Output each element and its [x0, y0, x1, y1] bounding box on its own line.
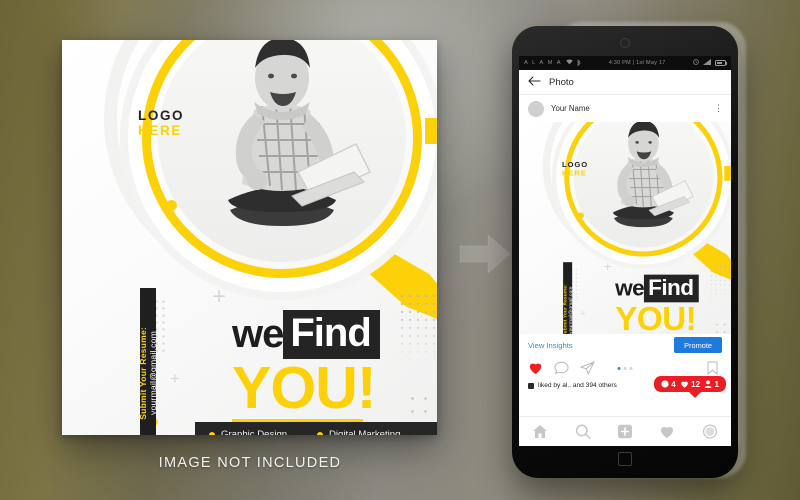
username-label: Your Name	[551, 104, 590, 113]
add-post-icon[interactable]	[617, 424, 633, 439]
service-label: Graphic Design	[221, 429, 288, 435]
headline-you: YOU!	[615, 300, 697, 334]
insights-row: View Insights Promote	[519, 334, 731, 356]
decorative-dot	[166, 200, 177, 211]
poster-logo: LOGO HERE	[138, 108, 184, 138]
list-item: Digital Marketing	[317, 429, 425, 435]
view-insights-link[interactable]: View Insights	[528, 341, 573, 350]
person-illustration	[573, 122, 714, 248]
phone-mockup: A L A M A 4:30 PM | 1st May 17 Photo You…	[512, 26, 738, 478]
decorative-dot-grid	[713, 320, 731, 334]
resume-label: Submit Your Resume:	[138, 326, 148, 420]
headline-we: we	[232, 312, 284, 356]
app-header: Photo	[519, 70, 731, 95]
poster-logo: LOGO HERE	[562, 160, 588, 177]
decorative-plus-icon: +	[170, 369, 180, 388]
alarm-icon	[693, 59, 699, 67]
resume-contact-strip: Submit Your Resume: yourmail@gmail.com	[562, 262, 574, 334]
promote-button[interactable]: Promote	[674, 337, 722, 353]
share-icon[interactable]	[579, 360, 596, 376]
decorative-dot-grid	[398, 292, 437, 362]
post-actions: 4 12 1	[519, 356, 731, 398]
logo-line-1: LOGO	[561, 160, 589, 169]
poster-headline: we Find YOU! We Are Hiring	[232, 310, 380, 435]
headline-find: Find	[644, 274, 699, 303]
likes-count: 12	[691, 379, 701, 389]
front-camera-icon	[620, 38, 630, 48]
profile-icon[interactable]	[702, 424, 718, 439]
likes-count-item: 12	[680, 380, 700, 389]
post-header: Your Name ⋮	[519, 95, 731, 122]
social-media-poster: + + + ••• LOGO HERE Submit Your Resume: …	[62, 40, 437, 435]
search-icon[interactable]	[575, 424, 591, 439]
bluetooth-icon	[577, 59, 581, 68]
headline-we: we	[615, 275, 645, 301]
page-title: Photo	[549, 76, 574, 88]
logo-line-1: LOGO	[138, 108, 185, 123]
service-label: Digital Marketing	[329, 429, 401, 435]
decorative-dot-grid	[708, 264, 731, 305]
poster-headline: we Find YOU! We Are Hiring	[615, 274, 699, 334]
back-arrow-icon[interactable]	[528, 73, 541, 91]
signal-icon	[703, 59, 711, 67]
resume-email: yourmail@gmail.com	[567, 286, 574, 334]
phone-screen: A L A M A 4:30 PM | 1st May 17 Photo You…	[519, 56, 731, 446]
bookmark-icon[interactable]	[707, 361, 722, 376]
comment-bubble-icon	[661, 380, 669, 388]
kebab-menu-icon[interactable]: ⋮	[714, 103, 723, 113]
headline-find: Find	[283, 310, 380, 359]
carrier-label: A L A M A	[524, 60, 563, 66]
decorative-plus-icon: +	[212, 283, 227, 310]
logo-line-2: HERE	[561, 168, 587, 178]
followers-count: 1	[714, 379, 719, 389]
bullet-icon	[317, 431, 323, 435]
liker-avatar-icon	[528, 382, 534, 389]
photo-placeholder	[158, 40, 406, 262]
transition-arrow-icon	[458, 232, 512, 276]
battery-icon	[715, 60, 728, 66]
decorative-square	[724, 166, 731, 181]
home-icon[interactable]	[532, 424, 548, 439]
bottom-tab-bar	[519, 416, 731, 446]
resume-contact-strip: Submit Your Resume: yourmail@gmail.com	[138, 288, 158, 435]
logo-line-2: HERE	[138, 123, 182, 139]
heart-icon[interactable]	[528, 361, 543, 376]
avatar[interactable]	[528, 100, 544, 117]
carousel-dots	[617, 366, 633, 370]
decorative-square	[425, 118, 437, 144]
bullet-icon	[209, 431, 215, 435]
list-item: Graphic Design	[209, 429, 317, 435]
resume-email: yourmail@gmail.com	[148, 331, 158, 415]
canvas: + + + ••• LOGO HERE Submit Your Resume: …	[0, 0, 800, 500]
post-image[interactable]: + + + ••• LOGO HERE Submit Your Resume: …	[519, 122, 731, 334]
wifi-icon	[566, 59, 573, 67]
person-illustration	[158, 40, 406, 262]
photo-placeholder	[573, 122, 714, 248]
comments-count-item: 4	[661, 380, 676, 389]
engagement-notification-bubble: 4 12 1	[653, 376, 726, 398]
status-bar: A L A M A 4:30 PM | 1st May 17	[519, 56, 731, 70]
services-list: Graphic Design Digital Marketing SEO Exp…	[195, 422, 437, 435]
followers-count-item: 1	[704, 380, 719, 389]
status-time: 4:30 PM | 1st May 17	[608, 60, 666, 66]
activity-heart-icon[interactable]	[659, 424, 675, 439]
image-disclaimer: IMAGE NOT INCLUDED	[158, 455, 342, 471]
comment-icon[interactable]	[554, 361, 569, 376]
headline-you: YOU!	[232, 355, 376, 421]
decorative-plus-icon: +	[580, 307, 586, 319]
likes-text: liked by al.. and 394 others	[538, 382, 617, 389]
home-button[interactable]	[618, 452, 632, 466]
person-icon	[704, 380, 712, 388]
decorative-plus-icon: +	[603, 259, 612, 275]
decorative-dot	[577, 212, 585, 219]
poster-thumbnail: + + + ••• LOGO HERE Submit Your Resume: …	[519, 122, 731, 334]
comments-count: 4	[671, 379, 676, 389]
heart-icon	[680, 381, 688, 388]
